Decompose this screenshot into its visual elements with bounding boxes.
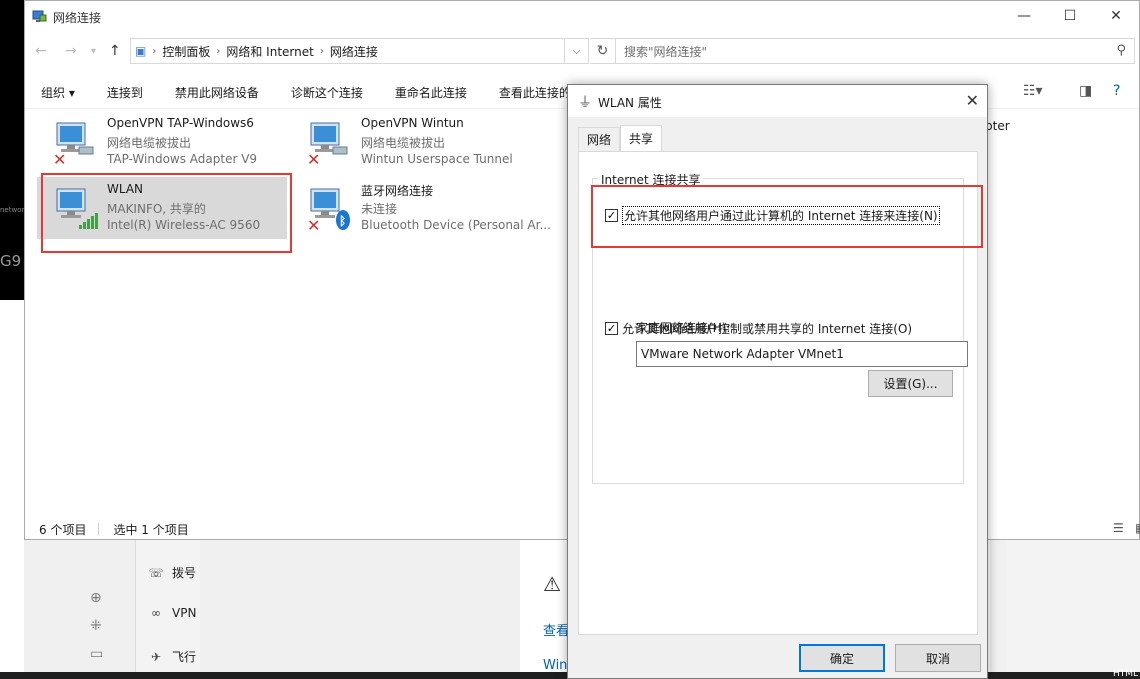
chevron-right-icon: › <box>152 45 157 57</box>
allow-control-label: 允许其他网络用户控制或禁用共享的 Internet 连接(O) <box>622 322 913 336</box>
connection-name: 蓝牙网络连接 <box>361 184 434 198</box>
taskbar-label: HTML <box>1112 669 1138 679</box>
rename-command[interactable]: 重命名此连接 <box>379 84 483 101</box>
settings-right-pane <box>1006 540 1140 672</box>
network-connections-small-icon: ▣ <box>135 44 147 58</box>
breadcrumb-network-internet[interactable]: 网络和 Internet <box>226 43 313 60</box>
list-item[interactable]: ✕ OpenVPN TAP-Windows6 网络电缆被拔出 TAP-Windo… <box>37 111 287 173</box>
cancel-button[interactable]: 取消 <box>895 644 981 672</box>
search-placeholder: 搜索"网络连接" <box>624 44 708 59</box>
item-count: 6 个项目 <box>39 522 87 537</box>
airplane-icon: ✈ <box>150 649 162 664</box>
connection-status: 未连接 <box>361 202 398 216</box>
change-view-icon[interactable]: ☷▾ <box>1023 83 1043 99</box>
highlight-box-wlan <box>41 173 292 253</box>
svg-text:✕: ✕ <box>307 150 320 165</box>
settings-item-label: 拨号 <box>172 566 197 580</box>
settings-item-label: 飞行 <box>172 650 197 664</box>
svg-text:✕: ✕ <box>307 216 320 231</box>
allow-control-checkbox[interactable]: ✓ 允许其他网络用户控制或禁用共享的 Internet 连接(O) <box>605 320 912 337</box>
highlight-box-share-option <box>591 185 983 248</box>
address-bar[interactable]: ▣ › 控制面板 › 网络和 Internet › 网络连接 <box>130 38 565 64</box>
connection-device: Wintun Userspace Tunnel <box>361 152 513 166</box>
recent-chevron-icon[interactable]: ▾ <box>91 46 96 57</box>
dialog-title-bar: ⏚ WLAN 属性 ✕ <box>568 85 987 117</box>
ok-button[interactable]: 确定 <box>799 644 885 672</box>
settings-button[interactable]: 设置(G)... <box>868 370 953 397</box>
network-adapter-icon: ✕ <box>307 122 348 165</box>
breadcrumb-network-connections[interactable]: 网络连接 <box>330 43 378 60</box>
list-item[interactable]: ᛒ ✕ 蓝牙网络连接 未连接 Bluetooth Device (Persona… <box>291 177 551 239</box>
settings-window-background <box>52 540 567 672</box>
tab-network[interactable]: 网络 <box>578 127 621 151</box>
organize-menu[interactable]: 组织 ▾ <box>25 84 91 101</box>
checkbox-checked-icon[interactable]: ✓ <box>605 322 618 335</box>
window-title: 网络连接 <box>53 11 102 25</box>
connection-name: OpenVPN TAP-Windows6 <box>107 116 254 130</box>
wlan-properties-dialog: ⏚ WLAN 属性 ✕ 网络 共享 Internet 连接共享 ✓ 允许其他网络… <box>567 84 988 679</box>
desktop-edge-lower <box>0 300 24 679</box>
divider <box>98 523 100 535</box>
title-bar: 网络连接 — ☐ ✕ <box>25 1 1139 33</box>
large-icons-view-icon[interactable]: ▦ <box>1135 521 1140 535</box>
address-row: ← → ▾ ↑ ▣ › 控制面板 › 网络和 Internet › 网络连接 ⌵… <box>25 35 1139 69</box>
connection-status: 网络电缆被拔出 <box>107 136 192 150</box>
search-icon[interactable]: ⚲ <box>1116 43 1126 58</box>
selected-count: 选中 1 个项目 <box>113 522 189 537</box>
diagnose-command[interactable]: 诊断这个连接 <box>275 84 379 101</box>
location-icon: ⊕ <box>90 590 102 606</box>
dialog-close-button[interactable]: ✕ <box>966 91 979 110</box>
warning-icon: ⚠ <box>543 572 561 596</box>
maximize-button[interactable]: ☐ <box>1047 1 1093 31</box>
address-dropdown-button[interactable]: ⌵ <box>565 38 589 64</box>
network-connections-icon <box>32 10 47 22</box>
home-network-select[interactable]: VMware Network Adapter VMnet1 <box>636 341 968 367</box>
minimize-button[interactable]: — <box>1001 1 1047 31</box>
laptop-icon: ▭ <box>90 646 104 662</box>
back-arrow-icon[interactable]: ← <box>35 43 47 59</box>
connection-status: 网络电缆被拔出 <box>361 136 446 150</box>
list-item[interactable]: ✕ OpenVPN Wintun 网络电缆被拔出 Wintun Userspac… <box>291 111 541 173</box>
svg-text:✕: ✕ <box>53 150 66 165</box>
settings-item-vpn[interactable]: ∞ VPN <box>148 606 196 620</box>
background-text: G9 <box>0 252 22 270</box>
connection-name: OpenVPN Wintun <box>361 116 464 130</box>
settings-item-dialup[interactable]: ☏ 拨号 <box>148 564 196 581</box>
close-button[interactable]: ✕ <box>1093 1 1139 31</box>
svg-text:ᛒ: ᛒ <box>339 214 346 228</box>
settings-link[interactable]: Win <box>543 658 567 673</box>
refresh-button[interactable]: ↻ <box>590 38 616 64</box>
move-icon: ⁜ <box>90 618 102 634</box>
details-view-icon[interactable]: ☰ <box>1113 521 1124 535</box>
bluetooth-adapter-icon: ᛒ ✕ <box>307 188 350 231</box>
up-arrow-icon[interactable]: ↑ <box>109 43 121 59</box>
chevron-right-icon: › <box>216 45 221 57</box>
disable-device-command[interactable]: 禁用此网络设备 <box>159 84 275 101</box>
vpn-icon: ∞ <box>151 606 161 620</box>
connect-to-command[interactable]: 连接到 <box>91 84 159 101</box>
settings-item-label: VPN <box>172 606 197 620</box>
dialog-title: WLAN 属性 <box>598 96 662 110</box>
network-adapter-icon: ✕ <box>53 122 94 165</box>
settings-item-airplane[interactable]: ✈ 飞行 <box>148 648 196 665</box>
chevron-right-icon: › <box>319 45 324 57</box>
forward-arrow-icon[interactable]: → <box>65 43 77 59</box>
breadcrumb-control-panel[interactable]: 控制面板 <box>162 43 210 60</box>
home-network-value: VMware Network Adapter VMnet1 <box>641 347 844 361</box>
partial-connection-name: pter <box>985 119 1010 133</box>
connection-device: TAP-Windows Adapter V9 <box>107 152 258 166</box>
preview-pane-icon[interactable]: ◨ <box>1079 83 1092 99</box>
settings-link[interactable]: 查看 <box>543 620 569 639</box>
search-input[interactable]: 搜索"网络连接" ⚲ <box>615 38 1135 64</box>
adapter-icon: ⏚ <box>578 95 592 111</box>
dialog-tabs: 网络 共享 <box>578 125 663 151</box>
tab-sharing[interactable]: 共享 <box>620 125 663 151</box>
dialup-icon: ☏ <box>148 565 164 580</box>
connection-device: Bluetooth Device (Personal Ar... <box>361 218 551 232</box>
help-icon[interactable]: ? <box>1113 83 1120 99</box>
